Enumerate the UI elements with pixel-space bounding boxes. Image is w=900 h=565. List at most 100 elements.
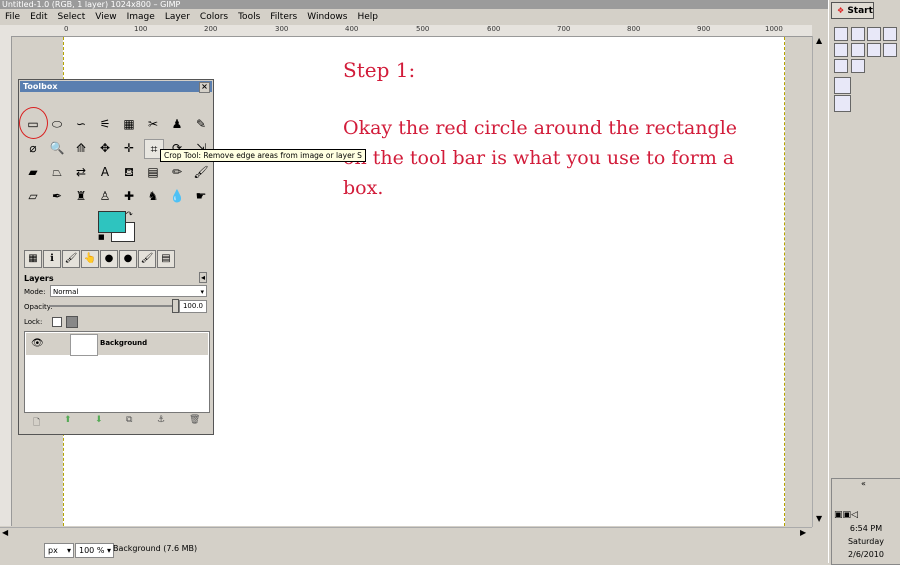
scroll-down-icon[interactable]: ▼	[816, 514, 822, 523]
swap-colors-icon[interactable]: ↷	[126, 210, 133, 219]
ruler-tick: 100	[134, 25, 148, 33]
layers-menu-icon[interactable]: ◂	[199, 272, 208, 283]
menu-edit[interactable]: Edit	[25, 9, 52, 22]
pencil-icon[interactable]: ✏	[168, 163, 186, 181]
align-icon[interactable]: ✛	[120, 139, 138, 157]
dock-tab-1[interactable]: ℹ	[43, 250, 61, 268]
word-icon[interactable]	[851, 43, 865, 57]
ink-icon[interactable]: ♜	[72, 187, 90, 205]
foreground-select-icon[interactable]: ♟	[168, 115, 186, 133]
raise-layer-icon[interactable]: ⬆	[64, 415, 72, 425]
taskbar-window-icon[interactable]	[834, 77, 851, 94]
airbrush-icon[interactable]: ✒	[48, 187, 66, 205]
scroll-right-icon[interactable]: ▶	[800, 528, 806, 537]
app-icon[interactable]	[883, 27, 897, 41]
system-tray: « ▣▣◁ 6:54 PM Saturday 2/6/2010	[831, 478, 900, 565]
desktop-icon[interactable]	[851, 27, 865, 41]
dock-tab-2[interactable]: 🖌	[62, 250, 80, 268]
mode-select[interactable]: Normal ▾	[50, 285, 207, 297]
horizontal-ruler[interactable]: 0 100 200 300 400 500 600 700 800 900 10…	[0, 25, 812, 37]
dock-tab-5[interactable]: ●	[119, 250, 137, 268]
menu-windows[interactable]: Windows	[302, 9, 352, 22]
opacity-slider[interactable]	[49, 305, 177, 307]
vertical-ruler[interactable]	[0, 36, 12, 526]
dock-tab-7[interactable]: ▤	[157, 250, 175, 268]
dock-tab-3[interactable]: 👆	[81, 250, 99, 268]
delete-layer-icon[interactable]: 🗑	[189, 415, 200, 425]
toolbox-titlebar[interactable]: Toolbox ×	[20, 81, 212, 93]
scissors-icon[interactable]: ✂	[144, 115, 162, 133]
menu-image[interactable]: Image	[122, 9, 160, 22]
measure-icon[interactable]: ⟰	[72, 139, 90, 157]
lock-pixels-checkbox[interactable]	[52, 317, 62, 327]
menu-tools[interactable]: Tools	[233, 9, 265, 22]
messenger-icon[interactable]	[867, 27, 881, 41]
taskbar-window-icon[interactable]	[834, 95, 851, 112]
close-icon[interactable]: ×	[199, 82, 210, 93]
ruler-tick: 0	[64, 25, 69, 33]
ellipse-select-icon[interactable]: ⬭	[48, 115, 66, 133]
lower-layer-icon[interactable]: ⬇	[95, 415, 103, 425]
perspective-icon[interactable]: ⏢	[48, 163, 66, 181]
duplicate-layer-icon[interactable]: ⧉	[126, 415, 132, 425]
ruler-tick: 500	[416, 25, 430, 33]
clock-time[interactable]: 6:54 PM	[832, 524, 900, 533]
dock-tab-0[interactable]: ▦	[24, 250, 42, 268]
firefox-icon[interactable]	[883, 43, 897, 57]
move-icon[interactable]: ✥	[96, 139, 114, 157]
lock-alpha-icon[interactable]	[66, 316, 78, 328]
foreground-color-swatch[interactable]	[98, 211, 126, 233]
opacity-slider-handle[interactable]	[172, 299, 179, 313]
ie-icon[interactable]	[834, 27, 848, 41]
flip-icon[interactable]: ⇄	[72, 163, 90, 181]
text-icon[interactable]: A	[96, 163, 114, 181]
zoom-select[interactable]: 100 % ▾	[75, 543, 114, 558]
bucket-fill-icon[interactable]: ⛾	[120, 163, 138, 181]
anchor-layer-icon[interactable]: ⚓	[157, 415, 165, 425]
paths-icon[interactable]: ✎	[192, 115, 210, 133]
zoom-value: 100 %	[79, 546, 105, 555]
color-select-icon[interactable]: ▦	[120, 115, 138, 133]
menu-colors[interactable]: Colors	[195, 9, 233, 22]
eye-icon[interactable]: 👁	[31, 338, 44, 349]
zoom-icon[interactable]: 🔍	[48, 139, 66, 157]
collapse-tray-icon[interactable]: «	[861, 479, 866, 488]
ie-icon[interactable]	[851, 59, 865, 73]
globe-icon[interactable]	[867, 43, 881, 57]
blur-icon[interactable]: 💧	[168, 187, 186, 205]
paintbrush-icon[interactable]: 🖌	[192, 163, 210, 181]
dock-tab-4[interactable]: ●	[100, 250, 118, 268]
dock-tab-6[interactable]: 🖌	[138, 250, 156, 268]
menu-view[interactable]: View	[90, 9, 121, 22]
horizontal-scrollbar[interactable]: ◀ ▶	[0, 527, 812, 540]
menu-layer[interactable]: Layer	[160, 9, 195, 22]
fuzzy-select-icon[interactable]: ⚟	[96, 115, 114, 133]
color-picker-icon[interactable]: ⌀	[24, 139, 42, 157]
tray-icons[interactable]: ▣▣◁	[834, 510, 858, 520]
default-colors-icon[interactable]: ■	[98, 233, 105, 241]
clone-icon[interactable]: ♙	[96, 187, 114, 205]
start-button[interactable]: ❖ Start	[831, 2, 874, 19]
menu-help[interactable]: Help	[352, 9, 383, 22]
menu-select[interactable]: Select	[53, 9, 91, 22]
menu-file[interactable]: File	[0, 9, 25, 22]
layer-row[interactable]: 👁 Background	[26, 333, 208, 356]
toolbox-dialog: Toolbox × ▭ ⬭ ∽ ⚟ ▦ ✂ ♟ ✎ ⌀ 🔍 ⟰ ✥ ✛ ⌗ ⟳ ⇲ ▰ ⏢ ⇄ A ⛾ ▤ ✏ 🖌 ▱ ✒ ♜ ♙ ✚ ♞…	[18, 79, 214, 435]
free-select-icon[interactable]: ∽	[72, 115, 90, 133]
scroll-up-icon[interactable]: ▲	[816, 36, 822, 45]
eraser-icon[interactable]: ▱	[24, 187, 42, 205]
unit-select[interactable]: px ▾	[44, 543, 74, 558]
scroll-left-icon[interactable]: ◀	[2, 528, 8, 537]
smudge-icon[interactable]: ☛	[192, 187, 210, 205]
heal-icon[interactable]: ✚	[120, 187, 138, 205]
browser-icon[interactable]	[834, 43, 848, 57]
ruler-tick: 900	[697, 25, 711, 33]
shear-icon[interactable]: ▰	[24, 163, 42, 181]
vertical-scrollbar[interactable]: ▲ ▼	[812, 36, 827, 527]
new-layer-icon[interactable]: 🗋	[33, 415, 40, 431]
perspective-clone-icon[interactable]: ♞	[144, 187, 162, 205]
opacity-input[interactable]: 100.0	[179, 300, 207, 313]
menu-filters[interactable]: Filters	[265, 9, 302, 22]
ie-icon[interactable]	[834, 59, 848, 73]
blend-icon[interactable]: ▤	[144, 163, 162, 181]
